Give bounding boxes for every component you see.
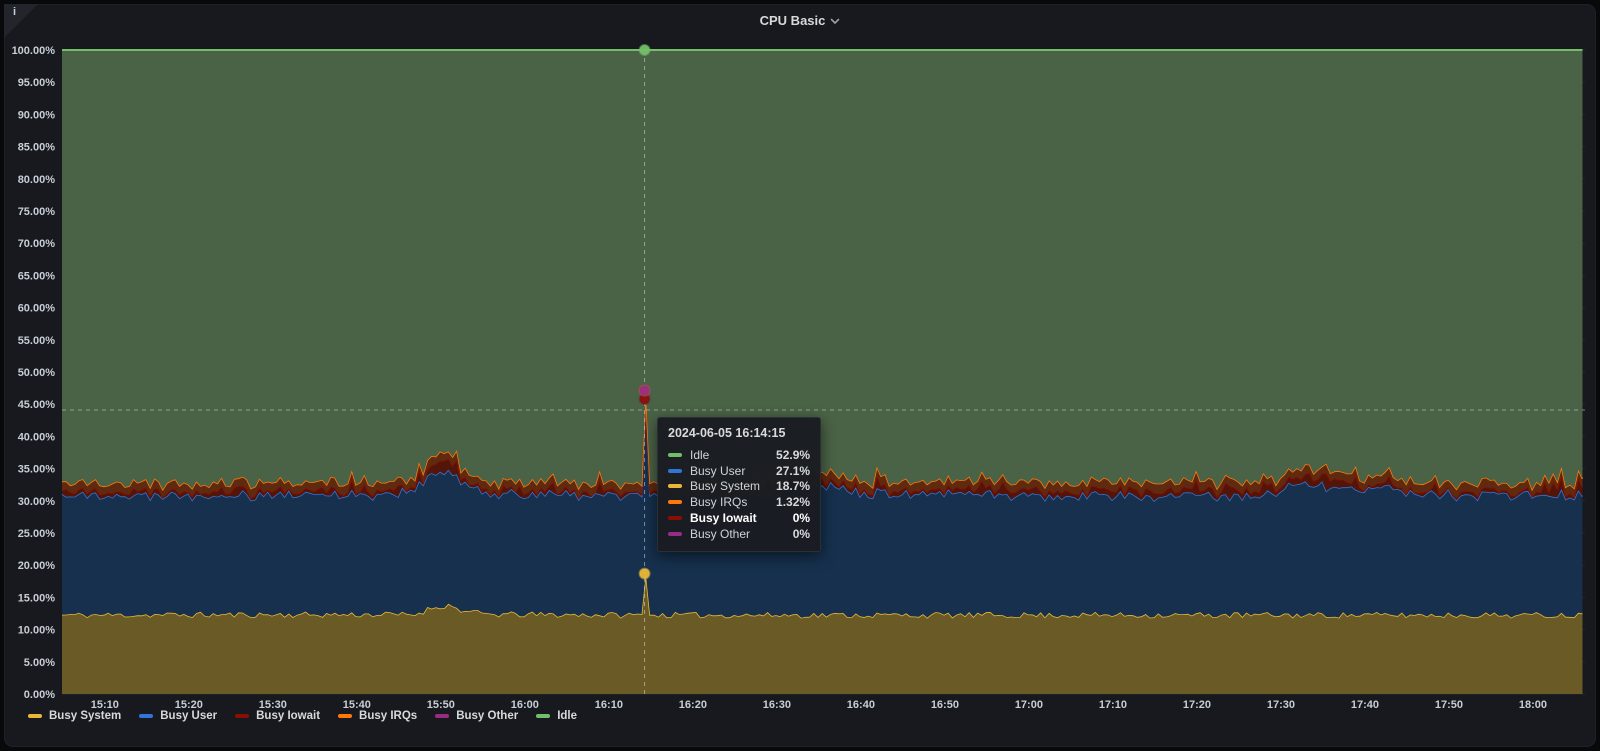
panel-info-corner[interactable]: i <box>4 4 38 38</box>
tooltip-timestamp: 2024-06-05 16:14:15 <box>668 426 786 440</box>
panel-title: CPU Basic <box>759 12 826 28</box>
x-axis-label: 17:50 <box>1435 699 1463 711</box>
legend-color-swatch <box>338 714 353 718</box>
y-axis-label: 75.00% <box>18 206 56 218</box>
panel-header[interactable]: CPU Basic <box>0 4 1600 36</box>
chart-legend: Busy System Busy User Busy Iowait Busy IRQs… <box>28 710 595 722</box>
series-color-swatch <box>668 468 682 473</box>
legend-color-swatch <box>435 714 450 718</box>
y-axis-label: 25.00% <box>18 528 56 540</box>
legend-label: Busy User <box>160 710 218 722</box>
tooltip-series-value: 0% <box>792 511 811 526</box>
y-axis-label: 0.00% <box>24 689 55 701</box>
legend-label: Busy IRQs <box>359 710 418 722</box>
tooltip-series-label: Busy System <box>690 479 761 494</box>
y-axis-label: 5.00% <box>24 657 55 669</box>
x-axis-label: 16:40 <box>847 699 875 711</box>
series-color-swatch <box>668 531 682 536</box>
x-axis-label: 16:30 <box>763 699 791 711</box>
y-axis-label: 50.00% <box>18 367 56 379</box>
tooltip-series-label: Busy User <box>690 463 746 478</box>
tooltip-series-value: 18.7% <box>776 479 811 494</box>
hover-point-busy-other <box>638 384 651 397</box>
x-axis-label: 16:20 <box>679 699 707 711</box>
tooltip-row-busy-iowait: Busy Iowait 0% <box>668 510 810 526</box>
cpu-usage-chart[interactable]: 0.00% 5.00% 10.00% 15.00% 20.00% 25.00% 30.00%… <box>0 0 1600 751</box>
y-axis-label: 95.00% <box>18 77 56 89</box>
tooltip-row-idle: Idle 52.9% <box>668 447 810 463</box>
tooltip-row-busy-irqs: Busy IRQs 1.32% <box>668 494 810 510</box>
tooltip-row-busy-system: Busy System 18.7% <box>668 479 810 495</box>
series-color-swatch <box>668 452 682 457</box>
legend-color-swatch <box>235 714 250 718</box>
legend-item-busy-system[interactable]: Busy System <box>28 710 121 722</box>
y-axis-label: 70.00% <box>18 238 56 250</box>
y-axis-label: 60.00% <box>18 303 56 315</box>
x-axis-label: 16:50 <box>931 699 959 711</box>
y-axis-label: 35.00% <box>18 464 56 476</box>
x-axis-label: 17:00 <box>1015 699 1043 711</box>
x-axis-label: 18:00 <box>1519 699 1547 711</box>
series-color-swatch <box>668 516 682 521</box>
x-axis-label: 17:40 <box>1351 699 1379 711</box>
legend-color-swatch <box>28 714 42 718</box>
tooltip-series-label: Busy Other <box>690 526 751 541</box>
tooltip-series-value: 27.1% <box>776 463 811 478</box>
legend-color-swatch <box>139 714 154 718</box>
series-color-swatch <box>668 500 682 505</box>
hover-point-idle <box>638 44 651 56</box>
tooltip-rows: Idle 52.9% Busy User 27.1% Busy System 18.7% B… <box>668 447 810 542</box>
legend-color-swatch <box>536 714 551 718</box>
y-axis-label: 80.00% <box>18 174 56 186</box>
y-axis-label: 15.00% <box>18 592 56 604</box>
y-axis-label: 55.00% <box>18 335 56 347</box>
legend-label: Idle <box>557 710 578 722</box>
x-axis-label: 17:10 <box>1099 699 1127 711</box>
tooltip-series-label: Idle <box>690 447 710 462</box>
legend-item-busy-user[interactable]: Busy User <box>139 710 217 722</box>
y-axis-label: 10.00% <box>18 625 56 637</box>
legend-item-idle[interactable]: Idle <box>536 710 577 722</box>
y-axis-label: 45.00% <box>18 399 56 411</box>
legend-item-busy-other[interactable]: Busy Other <box>435 710 518 722</box>
y-axis-label: 90.00% <box>18 109 56 121</box>
y-axis-label: 65.00% <box>18 270 56 282</box>
tooltip-series-label: Busy Iowait <box>690 511 757 526</box>
x-axis-label: 17:30 <box>1267 699 1295 711</box>
y-axis-label: 85.00% <box>18 142 56 154</box>
legend-label: Busy Other <box>456 710 519 722</box>
tooltip-row-busy-other: Busy Other 0% <box>668 526 810 542</box>
y-axis-label: 30.00% <box>18 496 56 508</box>
chart-tooltip: 2024-06-05 16:14:15 Idle 52.9% Busy User 27… <box>657 417 822 552</box>
legend-label: Busy System <box>49 710 122 722</box>
x-axis-label: 16:10 <box>595 699 623 711</box>
tooltip-series-label: Busy IRQs <box>690 495 748 510</box>
legend-label: Busy Iowait <box>256 710 321 722</box>
tooltip-series-value: 1.32% <box>776 495 811 510</box>
tooltip-series-value: 0% <box>792 526 811 541</box>
grafana-dashboard: i CPU Basic 0.00% 5.00% 10.00% 15.00% 20.00%… <box>0 0 1600 751</box>
series-area-idle <box>62 50 1583 490</box>
y-axis-label: 40.00% <box>18 431 56 443</box>
chevron-down-icon <box>830 12 840 30</box>
y-axis-label: 20.00% <box>18 560 56 572</box>
legend-item-busy-iowait[interactable]: Busy Iowait <box>235 710 320 722</box>
info-icon: i <box>13 6 17 18</box>
tooltip-row-busy-user: Busy User 27.1% <box>668 463 810 479</box>
tooltip-series-value: 52.9% <box>776 447 811 462</box>
series-color-swatch <box>668 484 682 489</box>
legend-item-busy-irqs[interactable]: Busy IRQs <box>338 710 417 722</box>
y-axis-label: 100.00% <box>12 45 56 57</box>
x-axis-label: 17:20 <box>1183 699 1211 711</box>
hover-point-busy-system <box>638 567 651 580</box>
